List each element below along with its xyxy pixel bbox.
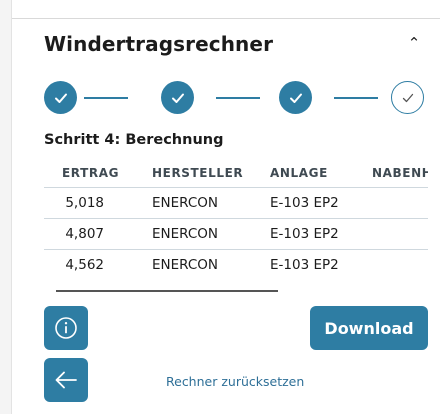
check-icon xyxy=(171,93,184,103)
stepper xyxy=(44,81,428,115)
cell-hersteller: ENERCON xyxy=(152,226,219,242)
results-table: ERTRAG HERSTELLER ANLAGE NABENH 5,018 EN… xyxy=(44,158,428,290)
check-icon xyxy=(402,93,413,102)
horizontal-scrollbar-thumb[interactable] xyxy=(56,290,278,292)
check-icon xyxy=(289,93,302,103)
info-icon xyxy=(55,317,77,339)
step-2[interactable] xyxy=(161,81,194,114)
page-title: Windertragsrechner xyxy=(44,32,274,56)
step-connector xyxy=(216,97,260,99)
table-row[interactable]: 4,562 ENERCON E-103 EP2 xyxy=(44,250,428,281)
top-divider xyxy=(12,18,440,19)
cell-hersteller: ENERCON xyxy=(152,195,219,211)
cell-anlage: E-103 EP2 xyxy=(270,257,339,273)
step-1[interactable] xyxy=(44,81,77,114)
cell-ertrag: 4,562 xyxy=(65,257,104,273)
side-edge xyxy=(0,0,12,414)
step-4[interactable] xyxy=(391,81,424,114)
cell-ertrag: 4,807 xyxy=(65,226,104,242)
column-header-anlage[interactable]: ANLAGE xyxy=(270,166,328,180)
download-button[interactable]: Download xyxy=(310,306,428,350)
cell-ertrag: 5,018 xyxy=(65,195,104,211)
column-header-nabenhoehe[interactable]: NABENH xyxy=(372,166,428,180)
info-button[interactable] xyxy=(44,306,88,350)
table-row[interactable]: 4,807 ENERCON E-103 EP2 xyxy=(44,219,428,250)
step-connector xyxy=(334,97,378,99)
back-button[interactable] xyxy=(44,358,88,402)
column-header-hersteller[interactable]: HERSTELLER xyxy=(152,166,243,180)
step-title: Schritt 4: Berechnung xyxy=(44,132,224,148)
chevron-up-icon[interactable]: ⌃ xyxy=(404,34,424,54)
cell-anlage: E-103 EP2 xyxy=(270,195,339,211)
arrow-left-icon xyxy=(55,371,77,389)
step-connector xyxy=(84,97,128,99)
column-header-ertrag[interactable]: ERTRAG xyxy=(62,166,119,180)
cell-anlage: E-103 EP2 xyxy=(270,226,339,242)
table-row[interactable]: 5,018 ENERCON E-103 EP2 xyxy=(44,188,428,219)
check-icon xyxy=(54,93,67,103)
reset-calculator-link[interactable]: Rechner zurücksetzen xyxy=(166,374,304,389)
cell-hersteller: ENERCON xyxy=(152,257,219,273)
table-header: ERTRAG HERSTELLER ANLAGE NABENH xyxy=(44,158,428,188)
step-3[interactable] xyxy=(279,81,312,114)
